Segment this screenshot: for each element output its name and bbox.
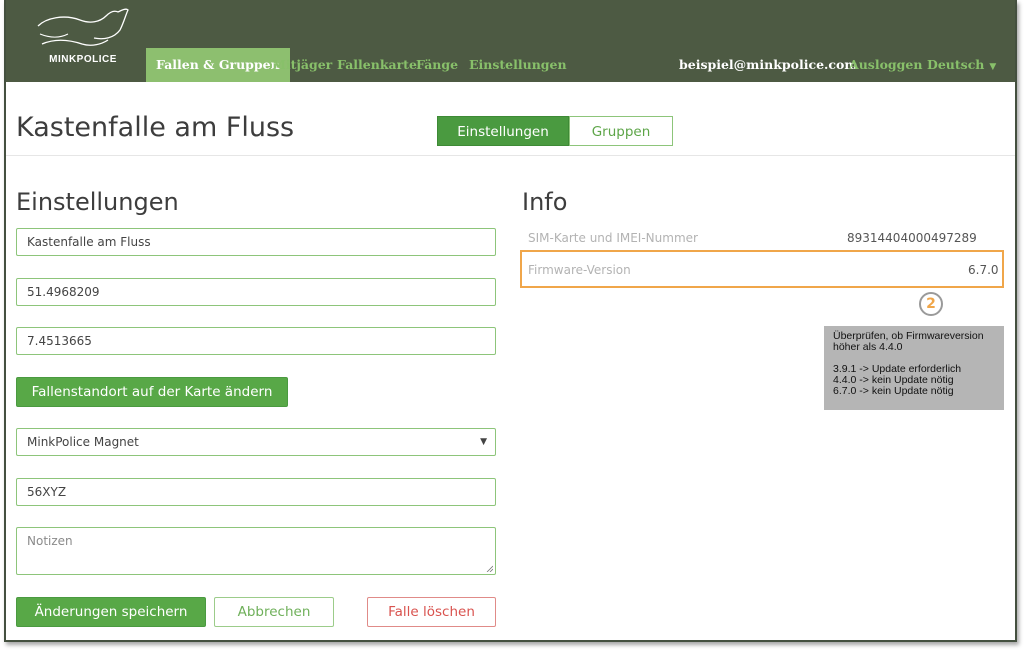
mink-logo-icon bbox=[37, 8, 129, 46]
firmware-label: Firmware-Version bbox=[528, 263, 631, 277]
nav-einstellungen[interactable]: Einstellungen bbox=[469, 48, 567, 82]
code-field[interactable]: 56XYZ bbox=[16, 478, 496, 506]
caret-down-icon: ▼ bbox=[989, 62, 997, 72]
delete-trap-button[interactable]: Falle löschen bbox=[367, 597, 496, 627]
tab-gruppen[interactable]: Gruppen bbox=[569, 116, 673, 146]
nav-fallen-gruppen[interactable]: Fallen & Gruppen bbox=[146, 48, 290, 82]
nav-faenge[interactable]: Fänge bbox=[416, 48, 458, 82]
resize-handle-icon[interactable] bbox=[486, 565, 493, 572]
app-window: MINKPOLICE Fallen & Gruppen Mitjäger Fal… bbox=[4, 0, 1017, 642]
save-button[interactable]: Änderungen speichern bbox=[16, 597, 206, 627]
minkpolice-logo[interactable]: MINKPOLICE bbox=[24, 2, 134, 74]
nav-mitjaeger[interactable]: Mitjäger bbox=[272, 48, 332, 82]
change-location-button[interactable]: Fallenstandort auf der Karte ändern bbox=[16, 377, 288, 407]
settings-heading: Einstellungen bbox=[16, 188, 179, 216]
logout-link[interactable]: Ausloggen bbox=[849, 48, 922, 82]
nav-fallenkarte[interactable]: Fallenkarte bbox=[337, 48, 417, 82]
language-dropdown[interactable]: Deutsch ▼ bbox=[927, 48, 996, 82]
notes-textarea[interactable]: Notizen bbox=[16, 527, 496, 575]
language-label: Deutsch bbox=[927, 57, 985, 72]
page-title: Kastenfalle am Fluss bbox=[16, 112, 295, 143]
sim-imei-label: SIM-Karte und IMEI-Nummer bbox=[528, 231, 698, 245]
user-email[interactable]: beispiel@minkpolice.com bbox=[679, 48, 858, 82]
step-badge: 2 bbox=[919, 292, 943, 316]
sim-imei-value: 89314404000497289 bbox=[847, 231, 977, 245]
top-navbar: MINKPOLICE Fallen & Gruppen Mitjäger Fal… bbox=[6, 0, 1015, 82]
info-heading: Info bbox=[522, 188, 568, 216]
firmware-value: 6.7.0 bbox=[968, 263, 999, 277]
trap-type-select[interactable]: MinkPolice Magnet ▼ bbox=[16, 428, 496, 456]
note-line: höher als 4.4.0 bbox=[833, 341, 903, 353]
tab-einstellungen[interactable]: Einstellungen bbox=[437, 116, 569, 146]
cancel-button[interactable]: Abbrechen bbox=[214, 597, 334, 627]
logo-text: MINKPOLICE bbox=[49, 54, 117, 65]
latitude-field[interactable]: 51.4968209 bbox=[16, 278, 496, 306]
notes-placeholder: Notizen bbox=[27, 534, 73, 548]
header-divider bbox=[6, 155, 1015, 156]
trap-type-selected: MinkPolice Magnet bbox=[27, 435, 139, 449]
note-line: 6.7.0 -> kein Update nötig bbox=[833, 385, 954, 397]
annotation-note: Überprüfen, ob Firmwareversion höher als… bbox=[824, 326, 1004, 410]
trap-name-field[interactable]: Kastenfalle am Fluss bbox=[16, 228, 496, 256]
select-arrow-icon: ▼ bbox=[480, 437, 487, 447]
longitude-field[interactable]: 7.4513665 bbox=[16, 327, 496, 355]
